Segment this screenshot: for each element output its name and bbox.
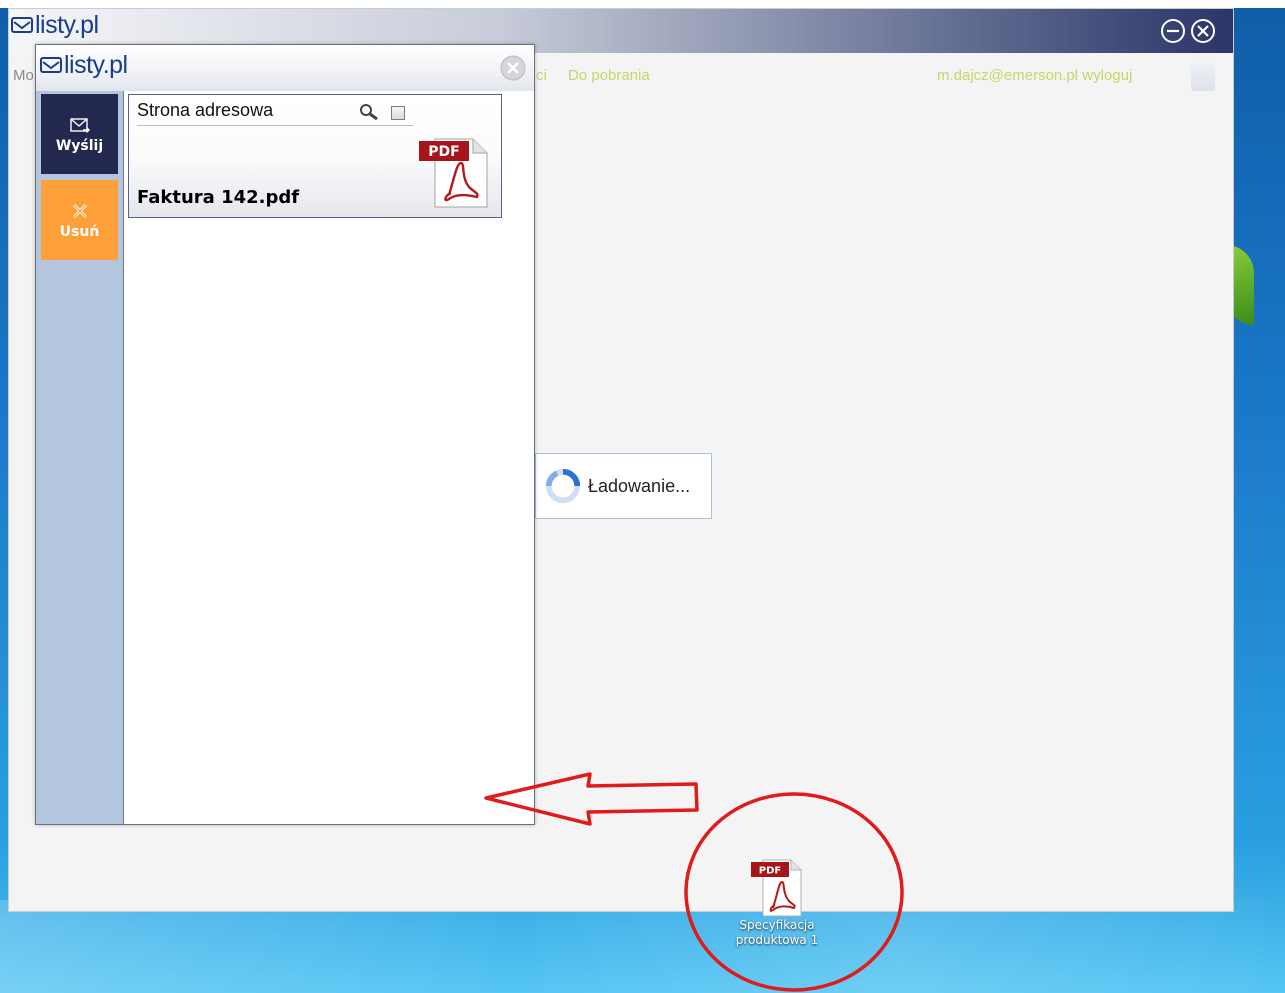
red-circle-annotation [684, 792, 904, 992]
popup-logo-text: listy.pl [64, 51, 128, 79]
main-logo-text: listy.pl [35, 11, 99, 39]
send-button[interactable]: Wyślij [41, 94, 118, 174]
delete-button-label: Usuń [59, 224, 100, 240]
nav-item-downloads[interactable]: Do pobrania [568, 67, 650, 84]
popup-logo: listy.pl [40, 51, 128, 80]
red-arrow-annotation [484, 772, 699, 826]
search-icon[interactable] [359, 103, 379, 123]
document-card[interactable]: Strona adresowa PDF Faktura 142.pdf [128, 94, 502, 218]
close-button[interactable] [1189, 17, 1217, 45]
logout-link[interactable]: wyloguj [1082, 67, 1132, 84]
delete-x-icon [71, 200, 89, 222]
loading-indicator: Ładowanie... [535, 453, 712, 519]
user-account: m.dajcz@emerson.pl wyloguj [937, 67, 1132, 84]
close-icon [500, 55, 526, 81]
minimize-button[interactable] [1159, 17, 1187, 45]
envelope-icon [40, 51, 62, 80]
document-filename: Faktura 142.pdf [137, 187, 300, 208]
popup-close-button[interactable] [498, 53, 528, 83]
main-logo: listy.pl [11, 11, 99, 40]
pdf-badge-text: PDF [428, 144, 459, 160]
nav-item-partial-2[interactable]: ci [536, 67, 547, 84]
envelope-icon [11, 11, 33, 40]
spinner-icon [545, 468, 581, 504]
close-icon [1191, 19, 1215, 43]
user-email: m.dajcz@emerson.pl [937, 67, 1079, 84]
select-checkbox[interactable] [391, 106, 405, 120]
minimize-icon [1161, 19, 1185, 43]
upload-popup-window: listy.pl Wyślij Usuń Strona adresowa PDF… [35, 44, 535, 825]
pdf-file-icon: PDF [419, 138, 488, 208]
desktop-light-streak [0, 900, 1285, 993]
user-avatar-icon[interactable] [1191, 63, 1215, 91]
nav-item-partial[interactable]: Mo [13, 67, 34, 84]
popup-content-area[interactable]: Strona adresowa PDF Faktura 142.pdf [124, 91, 534, 824]
loading-text: Ładowanie... [588, 475, 691, 496]
popup-title-bar[interactable]: listy.pl [36, 45, 534, 92]
popup-sidebar: Wyślij Usuń [36, 91, 124, 824]
send-button-label: Wyślij [55, 138, 104, 154]
send-envelope-icon [69, 114, 90, 136]
delete-button[interactable]: Usuń [41, 180, 118, 260]
